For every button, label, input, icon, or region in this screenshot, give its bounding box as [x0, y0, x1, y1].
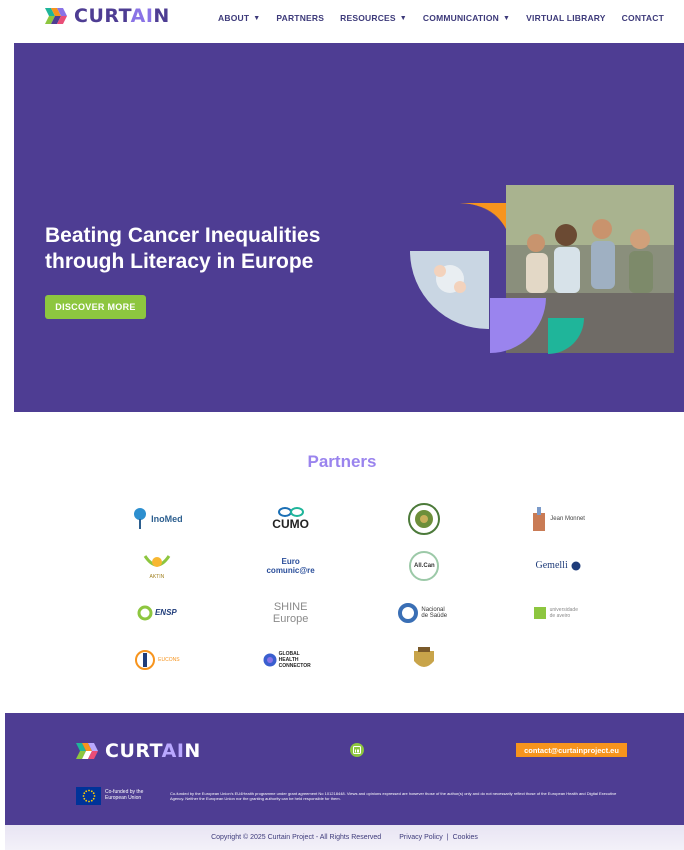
- jean-monnet-logo: Jean Monnet: [531, 506, 585, 531]
- inomed-logo: InoMed: [131, 507, 183, 531]
- university-seal-icon: [408, 502, 441, 535]
- logo-wordmark: CURTAIN: [74, 5, 170, 27]
- eu-flag-icon: [76, 787, 101, 805]
- hero-banner: Beating Cancer Inequalities through Lite…: [14, 43, 684, 412]
- footer-curtain-logo[interactable]: CURTAIN: [76, 740, 201, 762]
- partner-logo-coat-of-arms[interactable]: [358, 636, 492, 683]
- partner-logo-allcan[interactable]: All.Can: [358, 542, 492, 589]
- chevron-down-icon: ▼: [253, 14, 261, 22]
- wreath-icon: [143, 554, 171, 567]
- cookies-link[interactable]: Cookies: [453, 834, 478, 841]
- euro-communicare-logo: Euro comunic@re: [266, 556, 315, 575]
- nacional-saude-logo: Nacional de Saúde: [397, 602, 451, 624]
- logo-mark-icon: [76, 743, 98, 759]
- partner-logo-ensp[interactable]: ENSP: [90, 589, 224, 636]
- eu-stars-icon: [82, 789, 95, 803]
- copyright-bar: Copyright © 2025 Curtain Project - All R…: [5, 825, 684, 850]
- building-icon: [533, 506, 546, 531]
- ensp-logo: ENSP: [137, 605, 177, 621]
- tree-icon: [134, 507, 147, 529]
- chevron-down-icon: ▼: [503, 14, 511, 22]
- discover-more-button[interactable]: DISCOVER MORE: [45, 295, 146, 319]
- linkedin-icon[interactable]: [350, 743, 364, 757]
- main-nav: ABOUT ▼ PARTNERS RESOURCES ▼ COMMUNICATION…: [218, 13, 664, 23]
- nav-virtual-library[interactable]: VIRTUAL LIBRARY: [526, 13, 606, 23]
- logo-mark-icon: [45, 8, 67, 24]
- shine-logo: SHINE Europe: [272, 600, 309, 625]
- aveiro-mark-icon: [533, 606, 546, 619]
- partner-logo-university-seal[interactable]: [358, 495, 492, 542]
- partner-logo-eucons[interactable]: EUCONS: [90, 636, 224, 683]
- nav-communication[interactable]: COMMUNICATION ▼: [423, 13, 510, 23]
- legal-links: Privacy Policy | Cookies: [399, 834, 478, 841]
- partner-logo-global-health[interactable]: GLOBAL HEALTH CONNECTOR: [224, 636, 358, 683]
- hero-title: Beating Cancer Inequalities through Lite…: [45, 224, 321, 273]
- globe-icon: [263, 653, 277, 666]
- eucons-mark-icon: [135, 649, 156, 670]
- nav-about[interactable]: ABOUT ▼: [218, 13, 260, 23]
- curtain-logo[interactable]: CURTAIN: [45, 5, 170, 27]
- gemelli-logo: Gemelli: [536, 560, 581, 571]
- site-footer: CURTAIN contact@curtainproject.eu Co-fun…: [5, 713, 684, 825]
- site-header: CURTAIN ABOUT ▼ PARTNERS RESOURCES ▼ COMMU…: [0, 0, 684, 40]
- copyright-text: Copyright © 2025 Curtain Project - All R…: [211, 834, 382, 841]
- partner-logo-cumo[interactable]: CUMO: [224, 495, 358, 542]
- chevron-down-icon: ▼: [399, 14, 407, 22]
- nav-resources[interactable]: RESOURCES ▼: [340, 13, 407, 23]
- partner-logo-gemelli[interactable]: Gemelli: [491, 542, 625, 589]
- partner-logo-nacional-saude[interactable]: Nacional de Saúde: [358, 589, 492, 636]
- nav-contact[interactable]: CONTACT: [622, 13, 664, 23]
- linkedin-glyph-icon: [353, 746, 361, 754]
- footer-logo-wordmark: CURTAIN: [105, 740, 201, 762]
- partner-empty-slot: [491, 636, 625, 683]
- privacy-policy-link[interactable]: Privacy Policy: [399, 834, 443, 841]
- aktin-logo: AKTIN: [141, 552, 173, 580]
- link-separator: |: [446, 834, 449, 841]
- global-health-logo: GLOBAL HEALTH CONNECTOR: [263, 651, 319, 669]
- partner-logo-aktin[interactable]: AKTIN: [90, 542, 224, 589]
- aveiro-logo: universidade de aveiro: [533, 606, 584, 620]
- infinity-icon: [277, 506, 304, 517]
- partner-logo-aveiro[interactable]: universidade de aveiro: [491, 589, 625, 636]
- cumo-logo: CUMO: [272, 506, 309, 531]
- partners-heading: Partners: [307, 452, 377, 471]
- partner-logo-shine[interactable]: SHINE Europe: [224, 589, 358, 636]
- circle-swoosh-icon: [137, 605, 153, 620]
- eu-disclaimer-text: Co-funded by the European Union's EU4Hea…: [170, 791, 617, 801]
- ring-icon: [398, 602, 419, 623]
- nav-partners[interactable]: PARTNERS: [276, 13, 324, 23]
- partner-logo-inomed[interactable]: InoMed: [90, 495, 224, 542]
- eu-cofunded-label: Co-funded by the European Union: [105, 789, 144, 801]
- partners-grid: InoMed CUMO Jean Monnet AKTIN Euro comun…: [90, 495, 625, 685]
- eucons-logo: EUCONS: [134, 649, 180, 671]
- crest-icon: [571, 561, 581, 570]
- hero-collage-image: [410, 185, 674, 354]
- partner-logo-jean-monnet[interactable]: Jean Monnet: [491, 495, 625, 542]
- coat-of-arms-icon: [414, 646, 435, 667]
- contact-email-button[interactable]: contact@curtainproject.eu: [516, 743, 627, 757]
- partner-logo-euro-communicare[interactable]: Euro comunic@re: [224, 542, 358, 589]
- allcan-logo: All.Can: [409, 550, 440, 581]
